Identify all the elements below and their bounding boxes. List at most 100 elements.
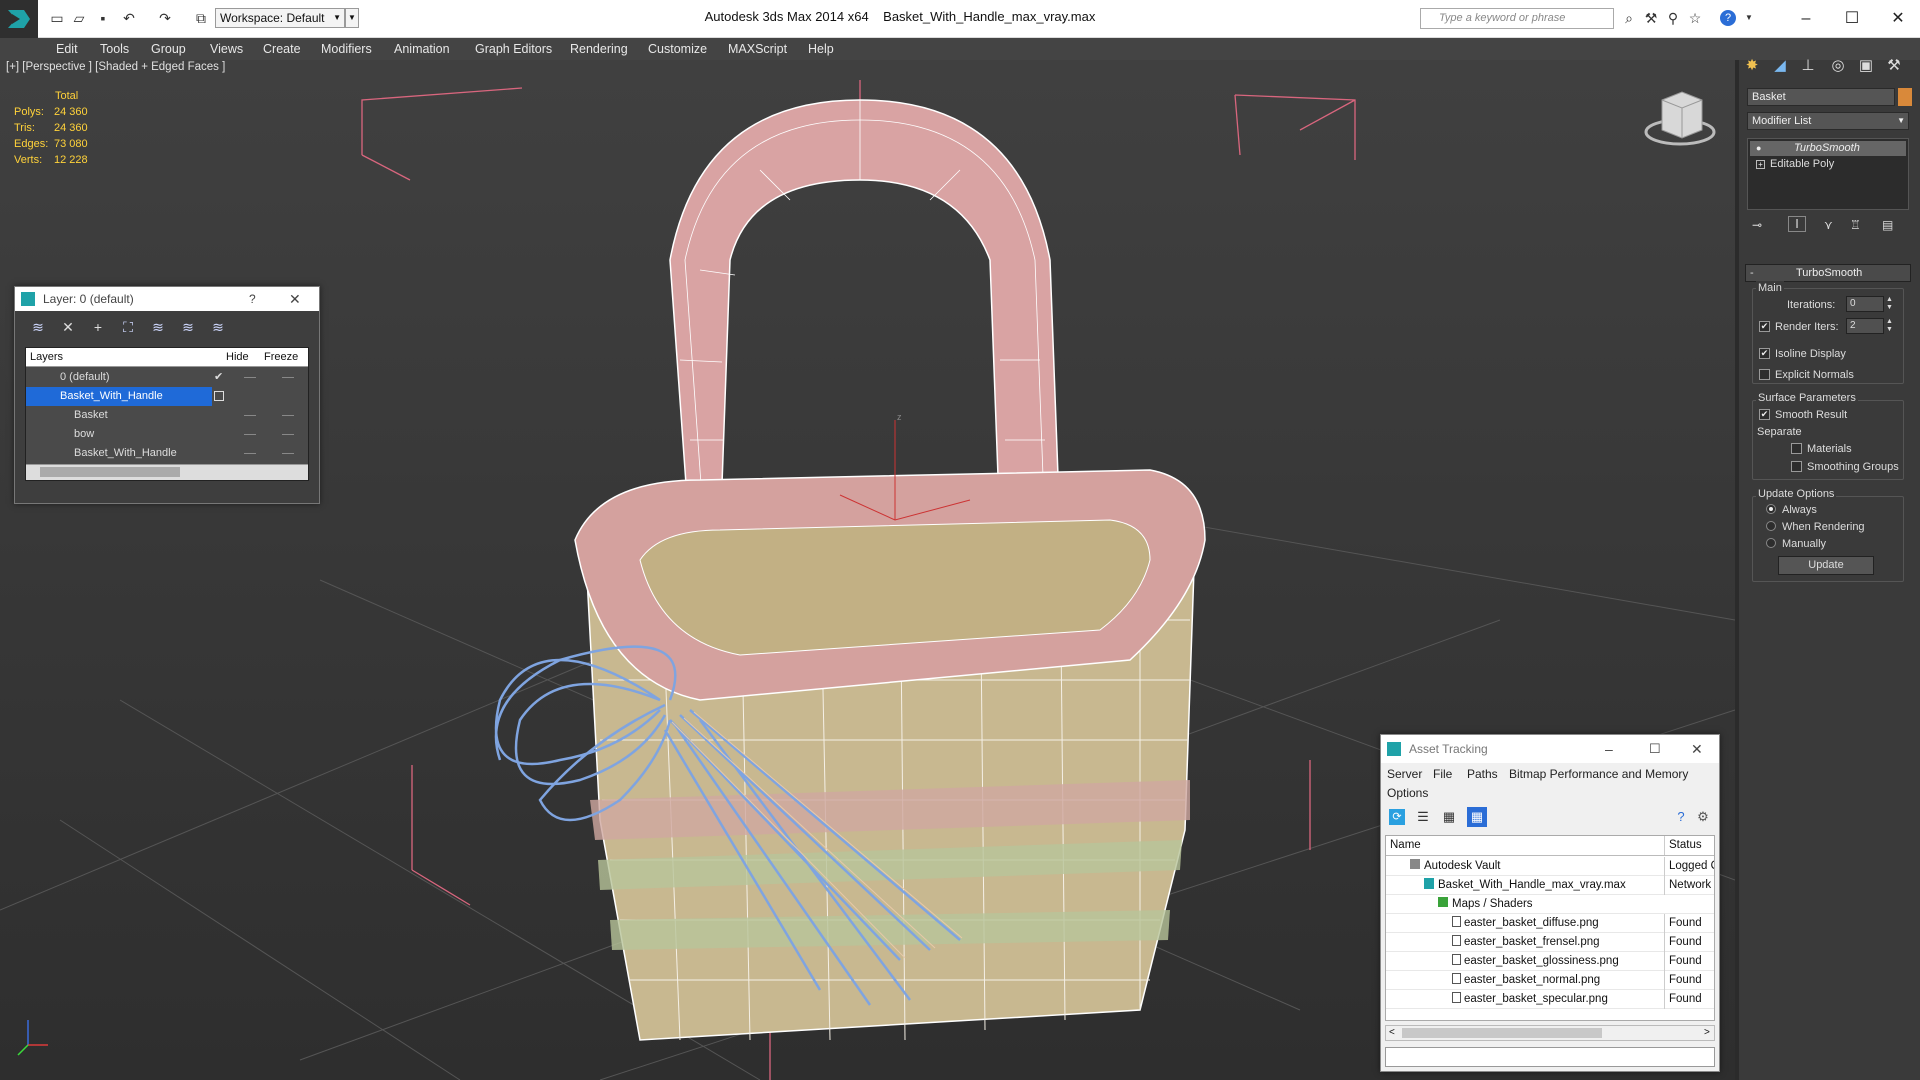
utilities-tab-icon[interactable]: ⚒ <box>1882 56 1906 76</box>
smoothing-groups-checkbox[interactable] <box>1791 461 1802 472</box>
layer-row-selected[interactable]: Basket_With_Handle <box>26 387 212 406</box>
spinner-arrows-icon[interactable]: ▲ ▼ <box>1886 296 1893 312</box>
explicit-normals-checkbox[interactable] <box>1759 369 1770 380</box>
quick-access-dropdown[interactable]: ▼ <box>345 8 359 28</box>
modify-tab-icon[interactable]: ◢ <box>1768 56 1792 76</box>
status-column-header[interactable]: Status <box>1664 836 1714 855</box>
hide-column-header[interactable]: Hide <box>226 351 249 363</box>
redo-icon[interactable]: ↷ <box>156 9 174 27</box>
maximize-button[interactable]: ☐ <box>1832 6 1872 32</box>
app-logo-icon[interactable] <box>0 0 38 38</box>
object-name-field[interactable]: Basket <box>1747 88 1895 106</box>
hierarchy-tab-icon[interactable]: ⊥ <box>1796 56 1820 76</box>
lightbulb-icon[interactable]: ● <box>1756 143 1766 153</box>
create-layer-icon[interactable]: ≋ <box>27 317 49 337</box>
freeze-all-icon[interactable]: ≋ <box>207 317 229 337</box>
freeze-column-header[interactable]: Freeze <box>264 351 298 363</box>
help-icon[interactable]: ? <box>1673 809 1689 825</box>
open-file-icon[interactable]: ▱ <box>70 9 88 27</box>
asset-menu-server[interactable]: Server <box>1387 765 1422 783</box>
layers-column-header[interactable]: Layers <box>30 351 63 363</box>
communication-icon[interactable]: ⚲ <box>1664 9 1682 27</box>
settings-icon[interactable]: ⚙ <box>1695 809 1711 825</box>
menu-graph-editors[interactable]: Graph Editors <box>475 38 552 60</box>
add-to-layer-icon[interactable]: + <box>87 317 109 337</box>
when-rendering-radio[interactable] <box>1766 521 1776 531</box>
help-dropdown-icon[interactable]: ▼ <box>1740 9 1758 27</box>
layer-window-titlebar[interactable]: Layer: 0 (default) ? ✕ <box>15 287 319 311</box>
expand-icon[interactable]: + <box>1756 160 1765 169</box>
make-unique-icon[interactable]: ⋎ <box>1824 218 1833 232</box>
binoculars-icon[interactable]: ⌕ <box>1620 9 1638 27</box>
layer-row[interactable]: 0 (default) ✔ <box>26 368 308 387</box>
scroll-left-icon[interactable]: < <box>1389 1026 1395 1040</box>
project-folder-icon[interactable]: ⧉ <box>192 9 210 27</box>
turbosmooth-rollout-header[interactable]: - TurboSmooth <box>1745 264 1911 282</box>
horizontal-scrollbar[interactable] <box>26 464 308 480</box>
configure-sets-icon[interactable]: ▤ <box>1882 218 1893 232</box>
menu-modifiers[interactable]: Modifiers <box>321 38 372 60</box>
table-view-icon[interactable]: ▦ <box>1467 807 1487 827</box>
asset-row[interactable]: easter_basket_glossiness.png Found <box>1386 952 1714 971</box>
layer-row[interactable]: bow <box>26 425 308 444</box>
show-end-result-icon[interactable]: Ⅰ <box>1788 216 1806 232</box>
menu-help[interactable]: Help <box>808 38 834 60</box>
menu-views[interactable]: Views <box>210 38 243 60</box>
asset-path-field[interactable] <box>1385 1047 1715 1067</box>
asset-row[interactable]: Maps / Shaders <box>1386 895 1714 914</box>
new-file-icon[interactable]: ▭ <box>48 9 66 27</box>
asset-tracking-titlebar[interactable]: Asset Tracking – ☐ ✕ <box>1381 735 1719 763</box>
asset-row[interactable]: easter_basket_specular.png Found <box>1386 990 1714 1009</box>
asset-menu-bitmap[interactable]: Bitmap Performance and Memory <box>1509 765 1688 783</box>
help-icon[interactable]: ? <box>1720 10 1736 26</box>
horizontal-scrollbar[interactable]: < > <box>1385 1025 1715 1041</box>
scrollbar-thumb[interactable] <box>1402 1028 1602 1038</box>
scrollbar-thumb[interactable] <box>40 467 180 477</box>
asset-menu-file[interactable]: File <box>1433 765 1452 783</box>
maximize-button[interactable]: ☐ <box>1649 735 1661 763</box>
smooth-result-checkbox[interactable]: ✔ <box>1759 409 1770 420</box>
subscription-icon[interactable]: ⚒ <box>1642 9 1660 27</box>
layer-row[interactable]: Basket <box>26 406 308 425</box>
menu-rendering[interactable]: Rendering <box>570 38 628 60</box>
create-tab-icon[interactable]: ✸ <box>1740 56 1764 76</box>
close-button[interactable]: ✕ <box>1691 735 1703 763</box>
select-objects-icon[interactable]: ⛶ <box>117 317 139 337</box>
menu-tools[interactable]: Tools <box>100 38 129 60</box>
hide-all-icon[interactable]: ≋ <box>177 317 199 337</box>
viewport-label[interactable]: [+] [Perspective ] [Shaded + Edged Faces… <box>6 60 225 74</box>
render-iters-checkbox[interactable]: ✔ <box>1759 321 1770 332</box>
asset-row[interactable]: easter_basket_normal.png Found <box>1386 971 1714 990</box>
refresh-icon[interactable]: ⟳ <box>1389 809 1405 825</box>
object-color-swatch[interactable] <box>1898 88 1912 106</box>
save-icon[interactable]: ▪ <box>94 9 112 27</box>
update-button[interactable]: Update <box>1778 556 1874 575</box>
iterations-spinner[interactable]: 0 <box>1846 296 1884 312</box>
close-button[interactable]: ✕ <box>289 287 301 311</box>
manually-radio[interactable] <box>1766 538 1776 548</box>
asset-menu-options[interactable]: Options <box>1387 784 1428 802</box>
asset-row[interactable]: easter_basket_frensel.png Found <box>1386 933 1714 952</box>
favorites-star-icon[interactable]: ☆ <box>1686 9 1704 27</box>
render-iters-spinner[interactable]: 2 <box>1846 318 1884 334</box>
help-button[interactable]: ? <box>249 287 256 311</box>
minimize-button[interactable]: – <box>1786 6 1826 32</box>
asset-row[interactable]: Basket_With_Handle_max_vray.max Network P <box>1386 876 1714 895</box>
search-input[interactable]: Type a keyword or phrase <box>1420 8 1614 29</box>
modifier-stack-item-editable-poly[interactable]: Editable Poly <box>1750 157 1906 172</box>
isoline-display-checkbox[interactable]: ✔ <box>1759 348 1770 359</box>
always-radio[interactable] <box>1766 504 1776 514</box>
menu-maxscript[interactable]: MAXScript <box>728 38 787 60</box>
pin-stack-icon[interactable]: ⊸ <box>1752 218 1762 232</box>
materials-checkbox[interactable] <box>1791 443 1802 454</box>
undo-icon[interactable]: ↶ <box>120 9 138 27</box>
motion-tab-icon[interactable]: ◎ <box>1826 56 1850 76</box>
highlight-layer-icon[interactable]: ≋ <box>147 317 169 337</box>
name-column-header[interactable]: Name <box>1390 836 1421 855</box>
remove-modifier-icon[interactable]: ♖ <box>1850 218 1861 232</box>
list-view-icon[interactable]: ☰ <box>1415 809 1431 825</box>
modifier-stack-item-turbosmooth[interactable]: TurboSmooth <box>1750 141 1906 156</box>
menu-create[interactable]: Create <box>263 38 301 60</box>
display-tab-icon[interactable]: ▣ <box>1854 56 1878 76</box>
asset-row[interactable]: Autodesk Vault Logged Ou <box>1386 857 1714 876</box>
